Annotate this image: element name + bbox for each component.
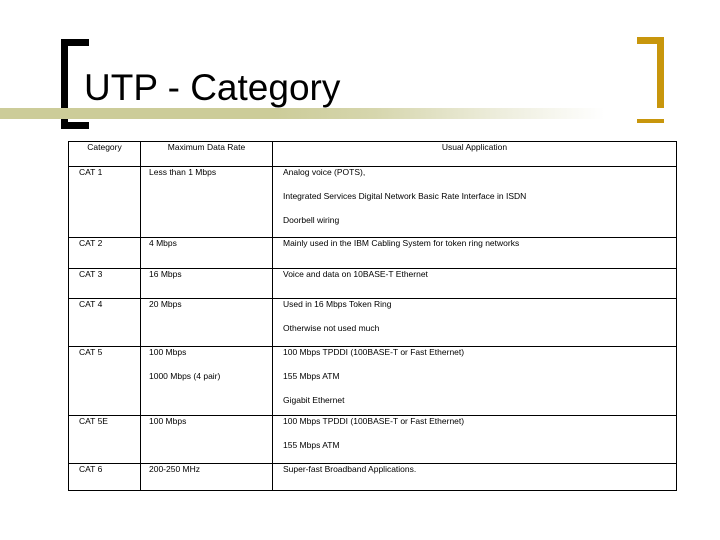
table-row: CAT 1 Less than 1 Mbps Analog voice (POT…	[68, 166, 677, 238]
column-header-category: Category	[68, 141, 141, 167]
rate-line: 100 Mbps	[149, 416, 187, 426]
cell-rate: 16 Mbps	[140, 268, 273, 299]
cell-category: CAT 5E	[68, 415, 141, 464]
application-line: Analog voice (POTS),	[283, 167, 366, 177]
cell-application: Super-fast Broadband Applications.	[272, 463, 677, 491]
application-line: 155 Mbps ATM	[283, 371, 340, 381]
column-header-usual-application: Usual Application	[272, 141, 677, 167]
cell-application: Analog voice (POTS), Integrated Services…	[272, 166, 677, 238]
cell-rate: 100 Mbps 1000 Mbps (4 pair)	[140, 346, 273, 416]
column-header-max-data-rate: Maximum Data Rate	[140, 141, 273, 167]
rate-line: 16 Mbps	[149, 269, 182, 279]
table-row: CAT 4 20 Mbps Used in 16 Mbps Token Ring…	[68, 298, 677, 347]
rate-line: 1000 Mbps (4 pair)	[149, 371, 221, 381]
cell-application: 100 Mbps TPDDI (100BASE-T or Fast Ethern…	[272, 415, 677, 464]
application-line: 100 Mbps TPDDI (100BASE-T or Fast Ethern…	[283, 416, 465, 426]
cell-application: Used in 16 Mbps Token Ring Otherwise not…	[272, 298, 677, 347]
cell-application: Mainly used in the IBM Cabling System fo…	[272, 237, 677, 269]
application-line: Integrated Services Digital Network Basi…	[283, 191, 527, 201]
rate-line: 200-250 MHz	[149, 464, 201, 474]
table-row: CAT 3 16 Mbps Voice and data on 10BASE-T…	[68, 268, 677, 299]
cell-application: 100 Mbps TPDDI (100BASE-T or Fast Ethern…	[272, 346, 677, 416]
table-header-row: Category Maximum Data Rate Usual Applica…	[68, 141, 677, 167]
cell-category: CAT 4	[68, 298, 141, 347]
application-line: 100 Mbps TPDDI (100BASE-T or Fast Ethern…	[283, 347, 465, 357]
cell-category: CAT 1	[68, 166, 141, 238]
table-row: CAT 2 4 Mbps Mainly used in the IBM Cabl…	[68, 237, 677, 269]
slide-title-area: UTP - Category	[0, 0, 720, 138]
cell-application: Voice and data on 10BASE-T Ethernet	[272, 268, 677, 299]
table-row: CAT 5E 100 Mbps 100 Mbps TPDDI (100BASE-…	[68, 415, 677, 464]
table-row: CAT 6 200-250 MHz Super-fast Broadband A…	[68, 463, 677, 491]
table-body: CAT 1 Less than 1 Mbps Analog voice (POT…	[68, 166, 677, 491]
cell-rate: Less than 1 Mbps	[140, 166, 273, 238]
cell-rate: 20 Mbps	[140, 298, 273, 347]
rate-line: 4 Mbps	[149, 238, 177, 248]
rate-line: 20 Mbps	[149, 299, 182, 309]
utp-category-table: Category Maximum Data Rate Usual Applica…	[68, 141, 677, 491]
application-line: 155 Mbps ATM	[283, 440, 340, 450]
application-line: Super-fast Broadband Applications.	[283, 464, 417, 474]
cell-rate: 100 Mbps	[140, 415, 273, 464]
cell-category: CAT 5	[68, 346, 141, 416]
application-line: Mainly used in the IBM Cabling System fo…	[283, 238, 520, 248]
table-row: CAT 5 100 Mbps 1000 Mbps (4 pair) 100 Mb…	[68, 346, 677, 416]
application-line: Otherwise not used much	[283, 323, 380, 333]
application-line: Used in 16 Mbps Token Ring	[283, 299, 392, 309]
cell-category: CAT 3	[68, 268, 141, 299]
application-line: Gigabit Ethernet	[283, 395, 345, 405]
rate-line: 100 Mbps	[149, 347, 187, 357]
cell-category: CAT 2	[68, 237, 141, 269]
cell-rate: 200-250 MHz	[140, 463, 273, 491]
page-title: UTP - Category	[84, 67, 341, 108]
rate-line: Less than 1 Mbps	[149, 167, 217, 177]
application-line: Doorbell wiring	[283, 215, 340, 225]
cell-category: CAT 6	[68, 463, 141, 491]
cell-rate: 4 Mbps	[140, 237, 273, 269]
table-header: Category Maximum Data Rate Usual Applica…	[68, 141, 677, 167]
application-line: Voice and data on 10BASE-T Ethernet	[283, 269, 428, 279]
